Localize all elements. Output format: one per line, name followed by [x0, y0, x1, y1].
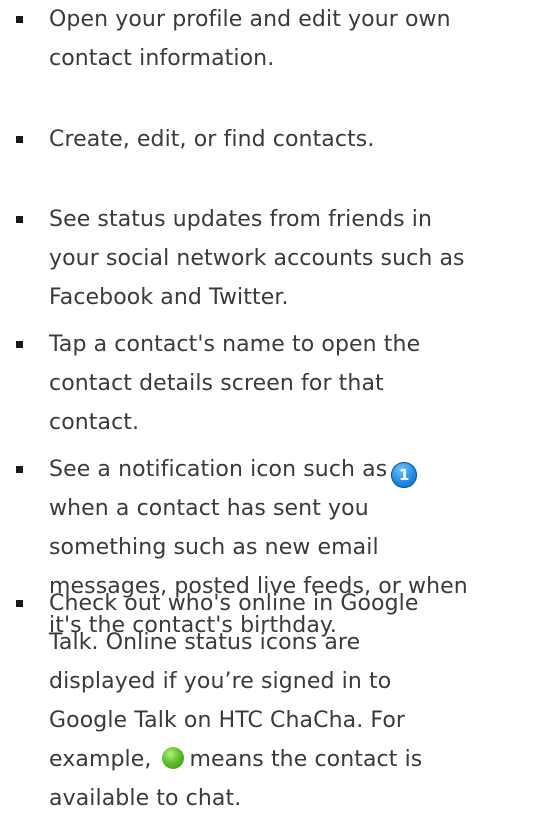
notification-count: 1 — [399, 466, 410, 484]
list-item-line: Facebook and Twitter. — [49, 285, 289, 310]
list-item-line: See a notification icon such as — [49, 457, 388, 482]
list-item: See status updates from friends in your … — [16, 200, 552, 317]
list-item-line: your social network accounts such as — [49, 246, 465, 271]
list-item-line: contact. — [49, 410, 140, 435]
list-item-line: Create, edit, or find contacts. — [49, 127, 375, 152]
list-item-line: Check out who's online in Google — [49, 591, 419, 616]
list-item-line: displayed if you’re signed in to — [49, 669, 392, 694]
bullet-marker — [16, 136, 23, 143]
list-item-line: Google Talk on HTC ChaCha. For — [49, 708, 406, 733]
list-item-line: something such as new email — [49, 535, 379, 560]
bullet-marker — [16, 341, 23, 348]
list-item: Create, edit, or find contacts. — [16, 120, 549, 159]
bullet-marker — [16, 216, 23, 223]
list-item-line: when a contact has sent you — [49, 496, 369, 521]
list-item: Open your profile and edit your own cont… — [16, 0, 549, 78]
list-item-line: example, — [49, 747, 152, 772]
list-item-line: See status updates from friends in — [49, 207, 433, 232]
list-item-line: contact details screen for that — [49, 371, 384, 396]
list-item-line: Open your profile and edit your own — [49, 7, 451, 32]
bullet-marker — [16, 600, 23, 607]
list-item-line: Tap a contact's name to open the — [49, 332, 421, 357]
list-item: Tap a contact's name to open the contact… — [16, 325, 549, 442]
list-item: Check out who's online in Google Talk. O… — [16, 584, 552, 818]
list-item-line: available to chat. — [49, 786, 242, 811]
bullet-marker — [16, 466, 23, 473]
online-status-icon — [161, 747, 184, 769]
list-item-line: means the contact is — [189, 747, 423, 772]
bullet-marker — [16, 16, 23, 23]
list-item-line: Talk. Online status icons are — [49, 630, 361, 655]
list-item-line: contact information. — [49, 46, 275, 71]
notification-count-icon: 1 — [391, 462, 418, 488]
